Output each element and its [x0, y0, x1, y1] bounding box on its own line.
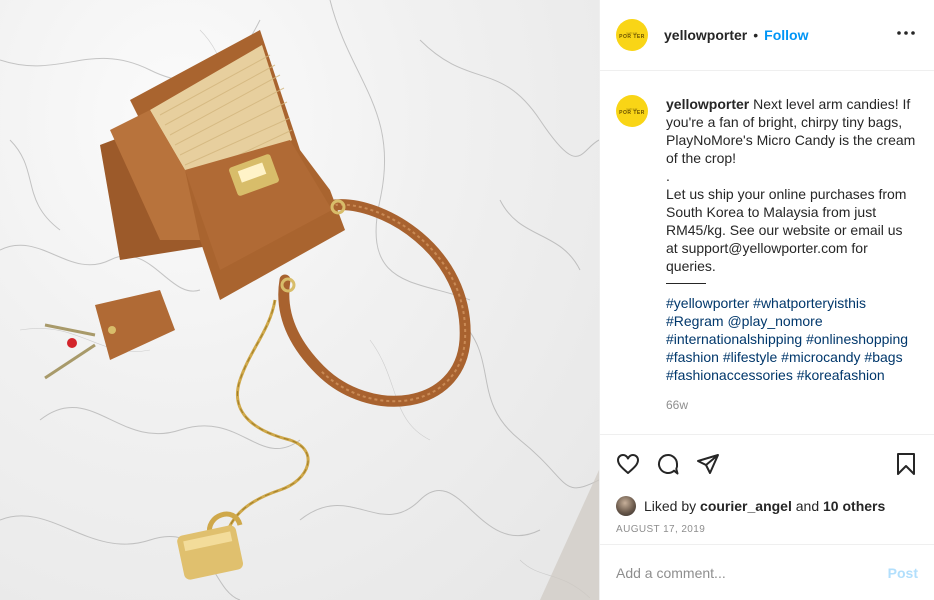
header-username[interactable]: yellowporter	[664, 27, 747, 43]
post-date[interactable]: AUGUST 17, 2019	[600, 520, 934, 544]
caption-divider	[666, 283, 706, 284]
likes-line: Liked by courier_angel and 10 others	[600, 492, 934, 520]
post-comment-button[interactable]: Post	[888, 565, 918, 581]
hashtag-line[interactable]: #fashionaccessories #koreafashion	[666, 367, 885, 383]
share-icon[interactable]	[696, 452, 720, 476]
comment-icon[interactable]	[656, 452, 680, 476]
handbag-illustration	[0, 0, 599, 600]
post-header: yellow POR TER yellowporter • Follow	[600, 0, 934, 71]
avatar-text-large: POR TER	[619, 33, 645, 40]
caption-body: yellowporter Next level arm candies! If …	[666, 95, 918, 434]
hashtag-line[interactable]: #yellowporter #whatporteryisthis	[666, 295, 866, 311]
caption-avatar[interactable]: yellow POR TER	[616, 95, 648, 127]
post-sidebar: yellow POR TER yellowporter • Follow yel…	[599, 0, 934, 600]
more-horizontal-icon[interactable]	[894, 21, 918, 50]
caption-dot: .	[666, 168, 670, 184]
liker-username[interactable]: courier_angel	[700, 498, 792, 514]
hashtag-line[interactable]: #internationalshipping #onlineshopping	[666, 331, 908, 347]
action-bar	[600, 434, 934, 492]
post-photo[interactable]	[0, 0, 599, 600]
caption-section: yellow POR TER yellowporter Next level a…	[600, 71, 934, 434]
hashtag-line[interactable]: #Regram @play_nomore	[666, 313, 823, 329]
heart-icon[interactable]	[616, 452, 640, 476]
bookmark-icon[interactable]	[894, 452, 918, 476]
likes-prefix: Liked by	[644, 498, 697, 514]
avatar[interactable]: yellow POR TER	[616, 19, 648, 51]
caption-text: Let us ship your online purchases from S…	[666, 186, 907, 274]
liker-avatar[interactable]	[616, 496, 636, 516]
instagram-post: yellow POR TER yellowporter • Follow yel…	[0, 0, 934, 600]
avatar-text-large: POR TER	[619, 109, 645, 116]
caption-intro: yellowporter Next level arm candies! If …	[666, 95, 918, 167]
hashtag-line[interactable]: #fashion #lifestyle #microcandy #bags	[666, 349, 903, 365]
caption-username[interactable]: yellowporter	[666, 96, 749, 112]
likes-and: and	[795, 498, 820, 514]
likes-others[interactable]: 10 others	[823, 498, 885, 514]
comment-box: Post	[600, 544, 934, 600]
separator-dot: •	[753, 27, 759, 43]
comment-input[interactable]	[616, 564, 888, 581]
hashtags: #yellowporter #whatporteryisthis #Regram…	[666, 294, 918, 384]
follow-button[interactable]: Follow	[764, 27, 808, 43]
post-age[interactable]: 66w	[666, 396, 918, 414]
